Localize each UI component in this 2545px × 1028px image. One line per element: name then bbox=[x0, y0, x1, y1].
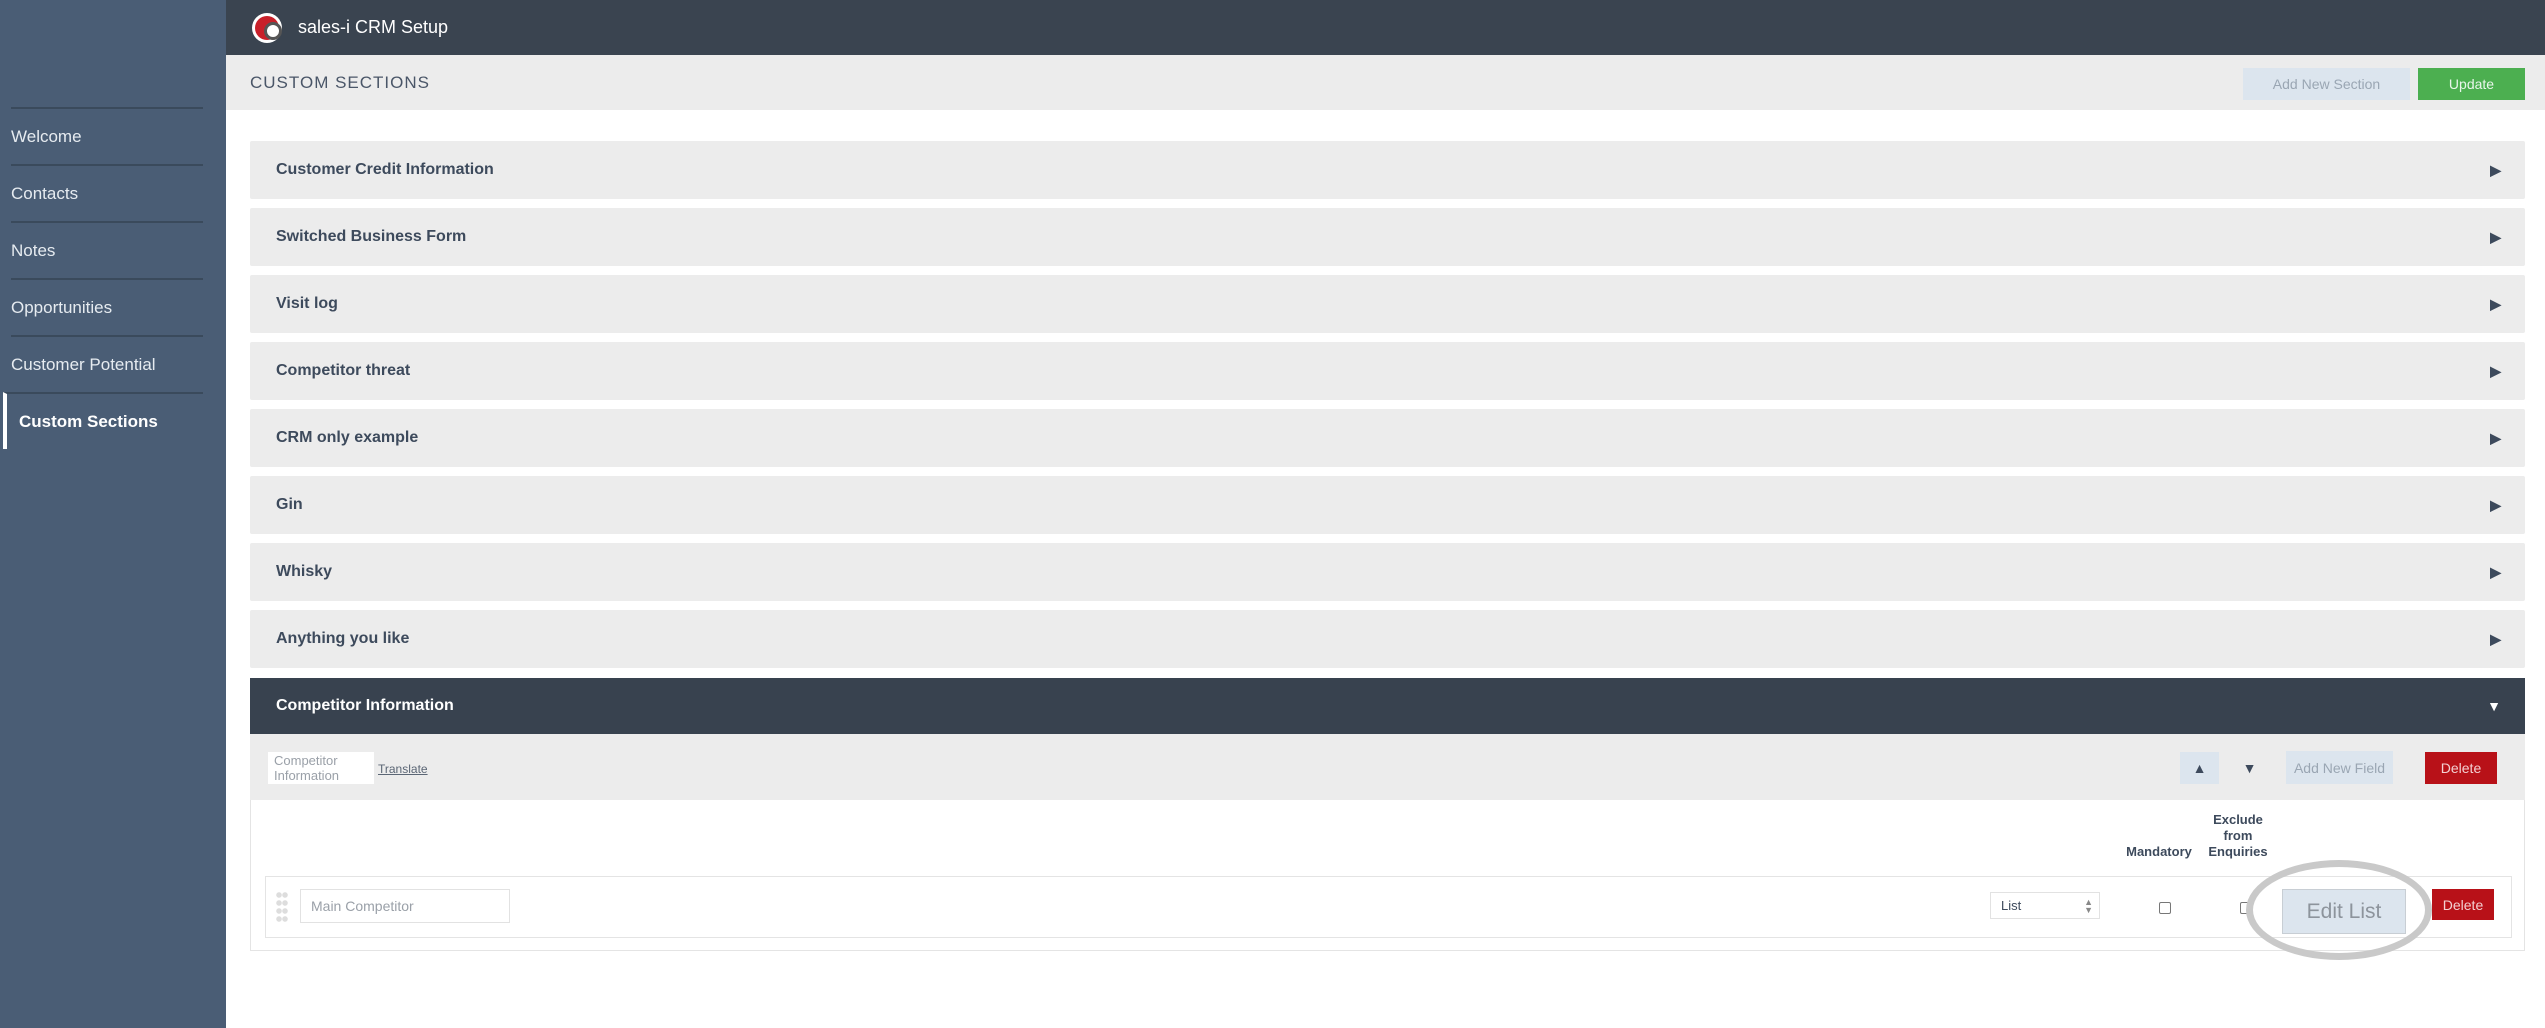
section-row[interactable]: Whisky ▶ bbox=[250, 543, 2525, 601]
expand-arrow-icon[interactable]: ▶ bbox=[2490, 497, 2501, 514]
section-title: Whisky bbox=[276, 563, 333, 580]
section-title: Competitor Information bbox=[276, 697, 454, 714]
section-title: Competitor threat bbox=[276, 362, 411, 379]
mandatory-column-header: Mandatory bbox=[2126, 844, 2192, 859]
expand-arrow-icon[interactable]: ▶ bbox=[2490, 296, 2501, 313]
move-up-button[interactable]: ▲ bbox=[2180, 752, 2219, 784]
page-header: CUSTOM SECTIONS bbox=[226, 55, 2545, 110]
field-type-value: List bbox=[2001, 898, 2022, 913]
expand-arrow-icon[interactable]: ▶ bbox=[2490, 162, 2501, 179]
update-button[interactable]: Update bbox=[2418, 68, 2525, 100]
expand-arrow-icon[interactable]: ▶ bbox=[2490, 564, 2501, 581]
section-row[interactable]: Visit log ▶ bbox=[250, 275, 2525, 333]
delete-section-button[interactable]: Delete bbox=[2425, 752, 2497, 784]
section-row[interactable]: Anything you like ▶ bbox=[250, 610, 2525, 668]
collapse-arrow-icon[interactable]: ▼ bbox=[2487, 698, 2501, 714]
sidebar-item-custom-sections[interactable]: Custom Sections bbox=[3, 392, 203, 449]
section-name-input[interactable]: Competitor Information bbox=[268, 752, 374, 784]
section-row[interactable]: CRM only example ▶ bbox=[250, 409, 2525, 467]
add-new-field-button[interactable]: Add New Field bbox=[2286, 751, 2393, 784]
exclude-checkbox[interactable] bbox=[2240, 902, 2252, 914]
mandatory-checkbox[interactable] bbox=[2159, 902, 2171, 914]
field-row: Main Competitor List ▲ ▼ Edit List Delete bbox=[265, 876, 2512, 938]
expand-arrow-icon[interactable]: ▶ bbox=[2490, 631, 2501, 648]
section-title: Customer Credit Information bbox=[276, 161, 494, 178]
translate-link[interactable]: Translate bbox=[378, 762, 428, 776]
sidebar-nav: Welcome Contacts Notes Opportunities Cus… bbox=[0, 107, 226, 449]
section-row[interactable]: Customer Credit Information ▶ bbox=[250, 141, 2525, 199]
field-type-select[interactable]: List ▲ ▼ bbox=[1990, 892, 2100, 919]
top-bar: sales-i CRM Setup bbox=[226, 0, 2545, 55]
expand-arrow-icon[interactable]: ▶ bbox=[2490, 363, 2501, 380]
sidebar-item-notes[interactable]: Notes bbox=[11, 221, 203, 278]
select-arrows-icon: ▲ ▼ bbox=[2084, 896, 2093, 915]
expand-arrow-icon[interactable]: ▶ bbox=[2490, 229, 2501, 246]
move-down-button[interactable]: ▼ bbox=[2230, 752, 2269, 784]
drag-handle-icon[interactable] bbox=[276, 891, 288, 923]
section-title: Gin bbox=[276, 496, 303, 513]
sidebar-item-customer-potential[interactable]: Customer Potential bbox=[11, 335, 203, 392]
page-title: CUSTOM SECTIONS bbox=[250, 72, 430, 92]
section-row[interactable]: Gin ▶ bbox=[250, 476, 2525, 534]
section-row[interactable]: Competitor threat ▶ bbox=[250, 342, 2525, 400]
section-title: Anything you like bbox=[276, 630, 410, 647]
section-row-open[interactable]: Competitor Information ▼ bbox=[250, 678, 2525, 734]
sidebar-item-welcome[interactable]: Welcome bbox=[11, 107, 203, 164]
section-row[interactable]: Switched Business Form ▶ bbox=[250, 208, 2525, 266]
expand-arrow-icon[interactable]: ▶ bbox=[2490, 430, 2501, 447]
sidebar-item-opportunities[interactable]: Opportunities bbox=[11, 278, 203, 335]
add-new-section-button[interactable]: Add New Section bbox=[2243, 68, 2410, 100]
sidebar: Welcome Contacts Notes Opportunities Cus… bbox=[0, 0, 226, 1028]
section-title: CRM only example bbox=[276, 429, 419, 446]
section-title: Visit log bbox=[276, 295, 338, 312]
delete-field-button[interactable]: Delete bbox=[2432, 889, 2494, 920]
sidebar-item-contacts[interactable]: Contacts bbox=[11, 164, 203, 221]
app-title: sales-i CRM Setup bbox=[298, 17, 449, 37]
field-name-input[interactable]: Main Competitor bbox=[300, 889, 510, 923]
exclude-column-header: Exclude from Enquiries bbox=[2208, 812, 2268, 859]
sales-i-logo-icon bbox=[252, 12, 282, 43]
section-title: Switched Business Form bbox=[276, 228, 467, 245]
edit-list-button[interactable]: Edit List bbox=[2282, 889, 2406, 934]
